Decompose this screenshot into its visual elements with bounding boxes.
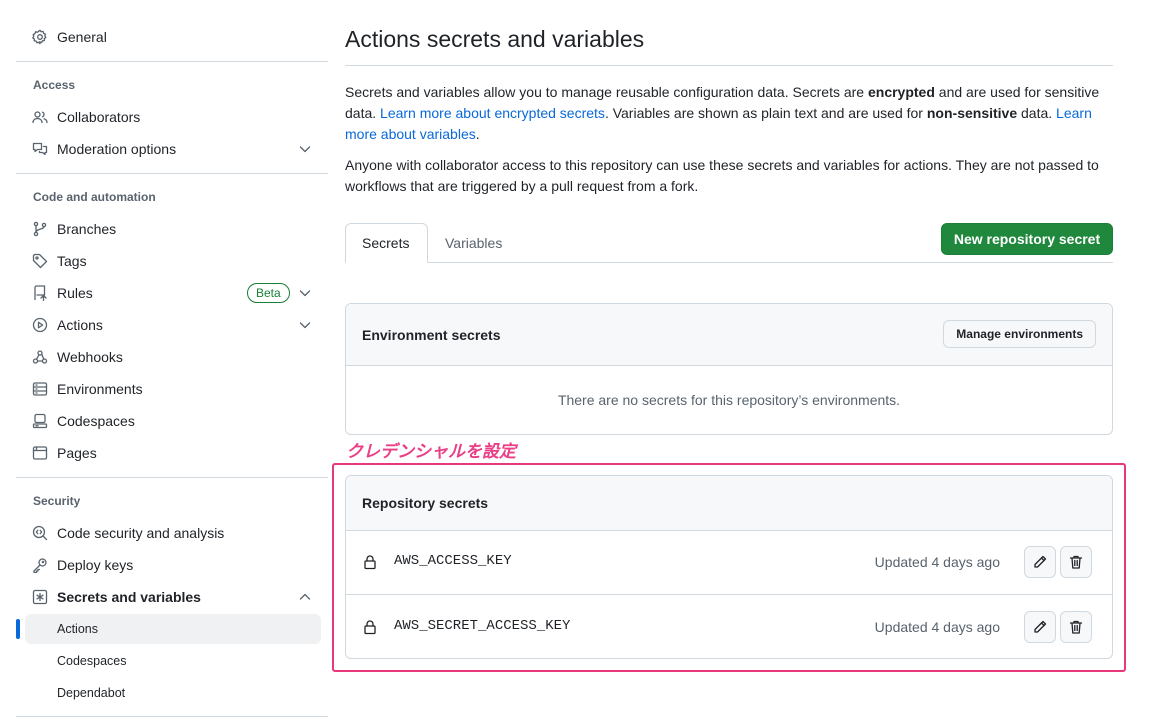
intro-bold-non-sensitive: non-sensitive [926,105,1018,121]
tab-secrets[interactable]: Secrets [345,223,428,263]
sidebar-item-label: Deploy keys [57,557,134,573]
tag-icon [32,253,48,269]
environment-secrets-box: Environment secrets Manage environments … [345,303,1113,435]
sidebar-item-label: General [57,29,107,45]
sidebar-item-pages[interactable]: Pages [16,438,328,468]
sidebar-divider [16,477,328,478]
chevron-down-icon[interactable] [297,141,313,157]
environment-secrets-empty: There are no secrets for this repository… [557,392,901,408]
settings-sidebar: General Access Collaborators Moderation … [16,0,328,725]
sidebar-item-code-security[interactable]: Code security and analysis [16,518,328,548]
environment-secrets-header: Environment secrets Manage environments [346,304,1112,366]
annotation-label: クレデンシャルを設定 [346,442,516,462]
annotation-highlight-box [332,463,1126,672]
sidebar-item-actions[interactable]: Actions [16,310,328,340]
sidebar-item-deploy-keys[interactable]: Deploy keys [16,550,328,580]
manage-environments-button[interactable]: Manage environments [943,320,1096,348]
section-heading-security: Security [33,494,81,508]
asterisk-icon [32,589,48,605]
sidebar-subitem-label: Dependabot [57,686,126,700]
sidebar-item-label: Pages [57,445,97,461]
section-heading-code-automation: Code and automation [33,190,156,204]
active-indicator [16,619,20,639]
chevron-down-icon[interactable] [297,317,313,333]
beta-badge: Beta [247,283,290,303]
tab-variables[interactable]: Variables [429,223,518,263]
sidebar-item-label: Moderation options [57,141,177,157]
sidebar-item-moderation[interactable]: Moderation options [16,134,328,164]
page-title: Actions secrets and variables [345,26,645,52]
codespaces-icon [32,413,48,429]
intro-bold-encrypted: encrypted [867,84,935,100]
learn-more-secrets-link[interactable]: Learn more about encrypted secrets [380,105,605,121]
browser-icon [32,446,48,460]
sidebar-subitem-dependabot[interactable]: Dependabot [25,678,321,708]
gear-icon [32,29,47,45]
intro-text: Secrets and variables allow you to manag… [345,84,868,100]
environment-secrets-heading: Environment secrets [362,327,501,343]
intro-text: data. [1017,105,1057,121]
sidebar-item-branches[interactable]: Branches [16,214,328,244]
git-branch-icon [33,221,47,237]
intro-paragraph: Secrets and variables allow you to manag… [345,82,1113,145]
key-icon [33,558,47,573]
sidebar-item-collaborators[interactable]: Collaborators [16,102,328,132]
intro-text: . Variables are shown as plain text and … [604,105,927,121]
section-heading-access: Access [33,78,76,92]
sidebar-subitem-actions[interactable]: Actions [25,614,321,644]
sidebar-subitem-label: Codespaces [57,654,127,668]
play-icon [32,317,48,333]
new-repository-secret-button[interactable]: New repository secret [941,223,1113,255]
sidebar-item-label: Branches [57,221,117,237]
repo-push-icon [34,285,47,301]
sidebar-item-webhooks[interactable]: Webhooks [16,342,328,372]
title-divider [345,65,1113,66]
sidebar-divider [16,61,328,62]
sidebar-item-label: Tags [57,253,87,269]
sidebar-item-codespaces[interactable]: Codespaces [16,406,328,436]
sidebar-item-label: Codespaces [57,413,135,429]
sidebar-item-rules[interactable]: Rules Beta [16,278,328,308]
sidebar-item-label: Secrets and variables [57,589,201,605]
chevron-up-icon[interactable] [297,589,313,605]
comment-discussion-icon [32,142,48,156]
sidebar-divider [16,716,328,717]
codescan-icon [32,525,48,541]
sidebar-subitem-label: Actions [57,622,98,636]
sidebar-item-label: Environments [57,381,143,397]
sidebar-item-label: Code security and analysis [57,525,225,541]
intro-text: . [475,126,480,142]
sidebar-divider [16,173,328,174]
sidebar-item-label: Webhooks [57,349,123,365]
sidebar-item-general[interactable]: General [16,22,328,52]
sidebar-item-label: Actions [57,317,103,333]
people-icon [32,111,48,124]
sidebar-item-label: Rules [57,285,93,301]
webhook-icon [32,350,48,364]
chevron-down-icon[interactable] [297,285,313,301]
sidebar-item-environments[interactable]: Environments [16,374,328,404]
sidebar-item-tags[interactable]: Tags [16,246,328,276]
access-note: Anyone with collaborator access to this … [345,157,1099,194]
sidebar-subitem-codespaces[interactable]: Codespaces [25,646,321,676]
sidebar-item-label: Collaborators [57,109,141,125]
server-icon [32,382,48,396]
sidebar-item-secrets-variables[interactable]: Secrets and variables [16,582,328,612]
